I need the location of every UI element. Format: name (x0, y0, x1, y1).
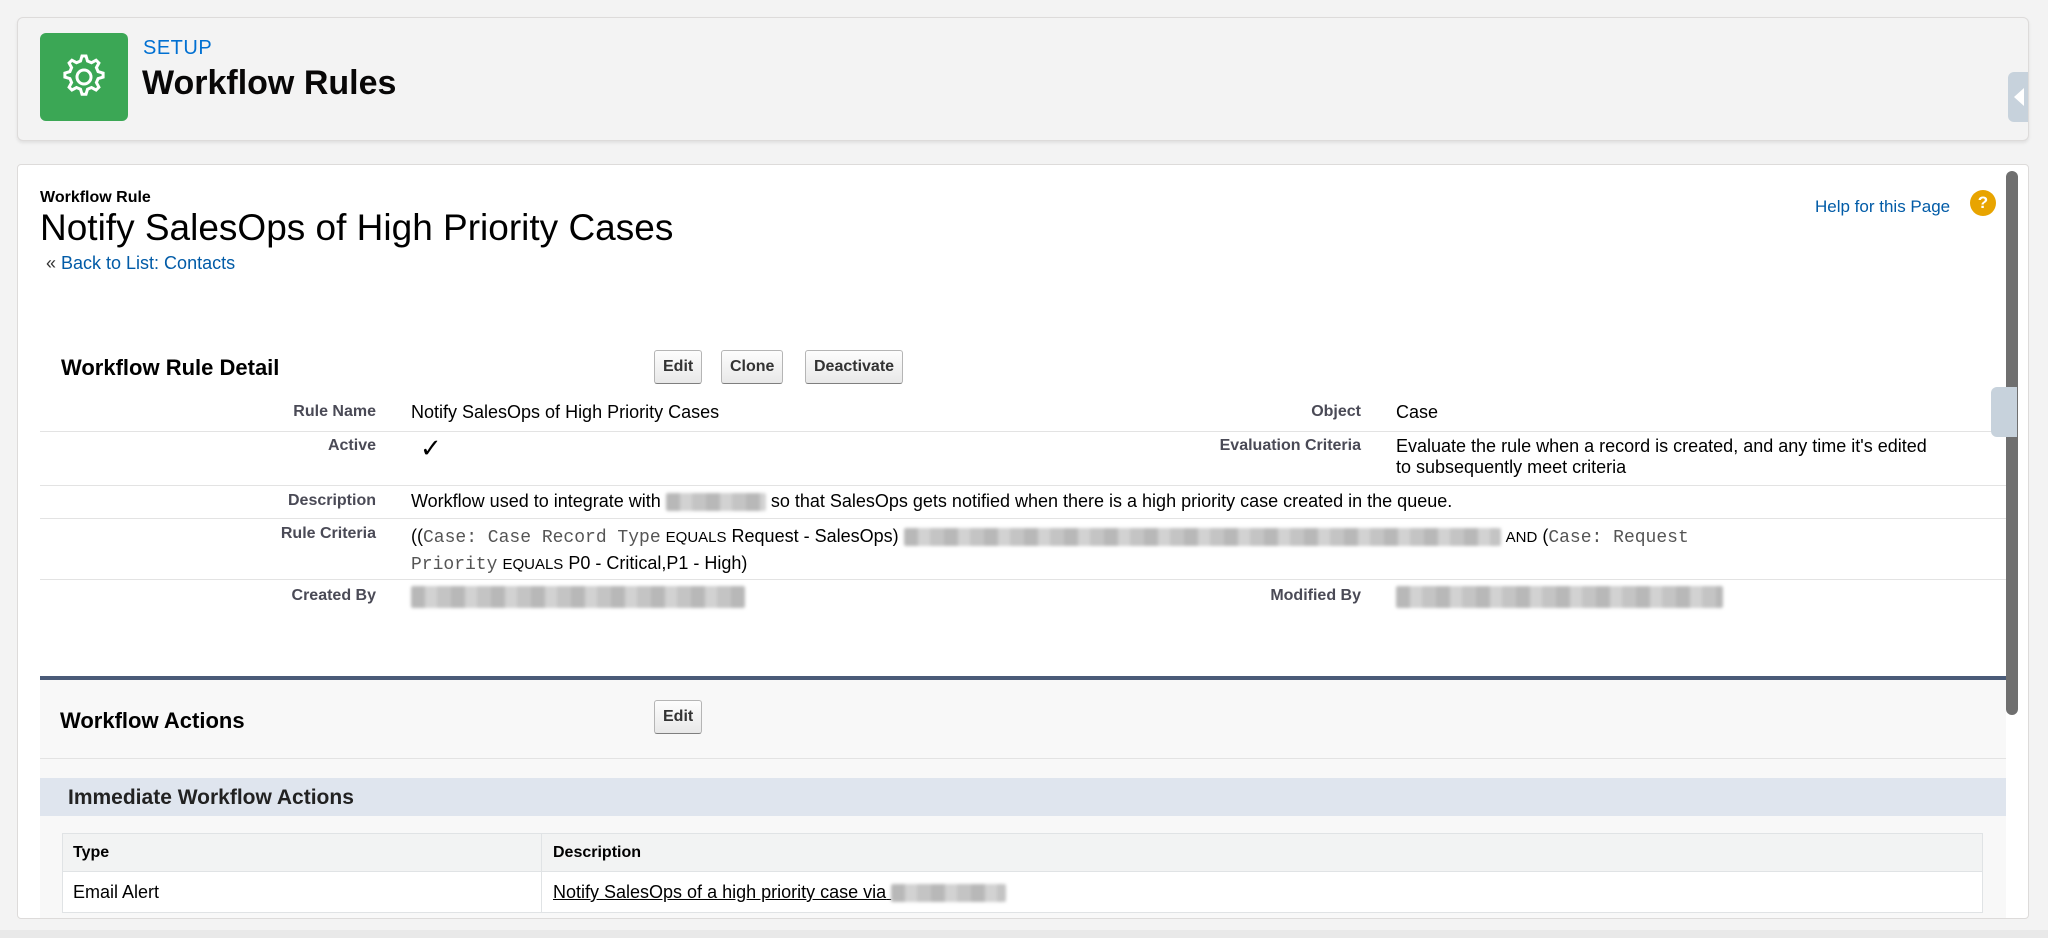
deactivate-button[interactable]: Deactivate (805, 350, 904, 384)
redacted-text (891, 884, 1007, 903)
collapse-panel-tab[interactable] (2008, 72, 2028, 122)
content-panel: Workflow Rule Notify SalesOps of High Pr… (17, 164, 2029, 919)
action-description-cell: Notify SalesOps of a high priority case … (553, 882, 1007, 903)
actions-table: Type Description Email Alert Notify Sale… (62, 833, 1983, 913)
redacted-text (411, 586, 745, 609)
criteria-field: Case: Request (1548, 528, 1689, 548)
column-header-description: Description (553, 844, 642, 861)
rule-name-value: Notify SalesOps of High Priority Cases (411, 402, 720, 422)
row-divider (40, 579, 2008, 580)
setup-section-label[interactable]: SETUP (143, 37, 212, 60)
evaluation-criteria-line: to subsequently meet criteria (1396, 457, 1627, 477)
column-divider (541, 834, 542, 912)
row-divider (40, 431, 2008, 432)
gear-icon (40, 33, 128, 121)
evaluation-criteria-label: Evaluation Criteria (1219, 437, 1361, 454)
rule-name-label: Rule Name (293, 403, 376, 420)
evaluation-criteria-value: Evaluate the rule when a record is creat… (1396, 436, 1927, 478)
criteria-and: AND (1505, 529, 1538, 546)
column-header-type: Type (73, 844, 110, 861)
help-link[interactable]: Help for this Page (1815, 197, 1950, 217)
action-type-cell: Email Alert (73, 882, 160, 902)
rule-criteria-line: ((Case: Case Record Type EQUALS Request … (411, 524, 1689, 551)
active-checkmark-icon: ✓ (420, 433, 442, 463)
active-label: Active (327, 437, 376, 454)
modified-by-value (1396, 586, 1723, 609)
back-prefix: « (46, 253, 62, 273)
object-label: Object (1311, 403, 1361, 420)
edit-button[interactable]: Edit (654, 350, 703, 384)
criteria-value: P0 - Critical,P1 - High) (568, 553, 748, 573)
table-header-row: Type Description (63, 834, 1982, 872)
criteria-operator: EQUALS (665, 529, 727, 546)
created-by-label: Created By (291, 587, 376, 604)
help-icon[interactable]: ? (1970, 190, 1996, 216)
row-divider (40, 518, 2008, 519)
modified-by-label: Modified By (1270, 587, 1361, 604)
immediate-actions-title: Immediate Workflow Actions (68, 786, 354, 809)
workflow-actions-section: Workflow Actions Edit Immediate Workflow… (40, 676, 2006, 918)
criteria-field: Priority (411, 555, 498, 575)
criteria-field: Case: Case Record Type (423, 528, 661, 548)
description-suffix: so that SalesOps gets notified when ther… (770, 491, 1453, 511)
setup-header: SETUP Workflow Rules (17, 17, 2029, 141)
side-panel-tab[interactable] (1991, 387, 2017, 437)
bottom-strip (0, 930, 2048, 938)
description-prefix: Workflow used to integrate with (411, 491, 661, 511)
redacted-text (1396, 586, 1723, 609)
criteria-value: Request - SalesOps) (731, 526, 899, 546)
criteria-operator: EQUALS (502, 556, 564, 573)
criteria-open-paren: (( (411, 526, 423, 546)
clone-button[interactable]: Clone (721, 350, 784, 384)
back-to-list-link[interactable]: Back to List: Contacts (61, 253, 235, 273)
immediate-actions-header: Immediate Workflow Actions (40, 778, 2006, 816)
back-to-list: « Back to List: Contacts (46, 253, 235, 274)
description-label: Description (287, 492, 376, 509)
section-divider (40, 758, 2006, 759)
action-description-text: Notify SalesOps of a high priority case … (553, 882, 887, 902)
row-divider (40, 485, 2008, 486)
rule-criteria-value: ((Case: Case Record Type EQUALS Request … (411, 524, 1689, 578)
redacted-text (665, 493, 766, 512)
created-by-value (411, 586, 745, 609)
evaluation-criteria-line: Evaluate the rule when a record is creat… (1396, 436, 1927, 456)
rule-criteria-label: Rule Criteria (280, 525, 376, 542)
action-description-link[interactable]: Notify SalesOps of a high priority case … (553, 882, 1007, 903)
redacted-text (903, 528, 1501, 547)
description-value: Workflow used to integrate with so that … (411, 491, 1452, 512)
vertical-scrollbar[interactable] (2006, 171, 2018, 715)
detail-section-title: Workflow Rule Detail (61, 355, 280, 380)
object-type-label: Workflow Rule (40, 189, 151, 206)
page-title: Notify SalesOps of High Priority Cases (40, 207, 674, 248)
object-value: Case (1396, 402, 1439, 422)
page-header-title: Workflow Rules (142, 64, 397, 102)
actions-edit-button[interactable]: Edit (654, 700, 703, 734)
actions-section-title: Workflow Actions (60, 708, 245, 733)
rule-criteria-line: Priority EQUALS P0 - Critical,P1 - High) (411, 551, 1689, 578)
